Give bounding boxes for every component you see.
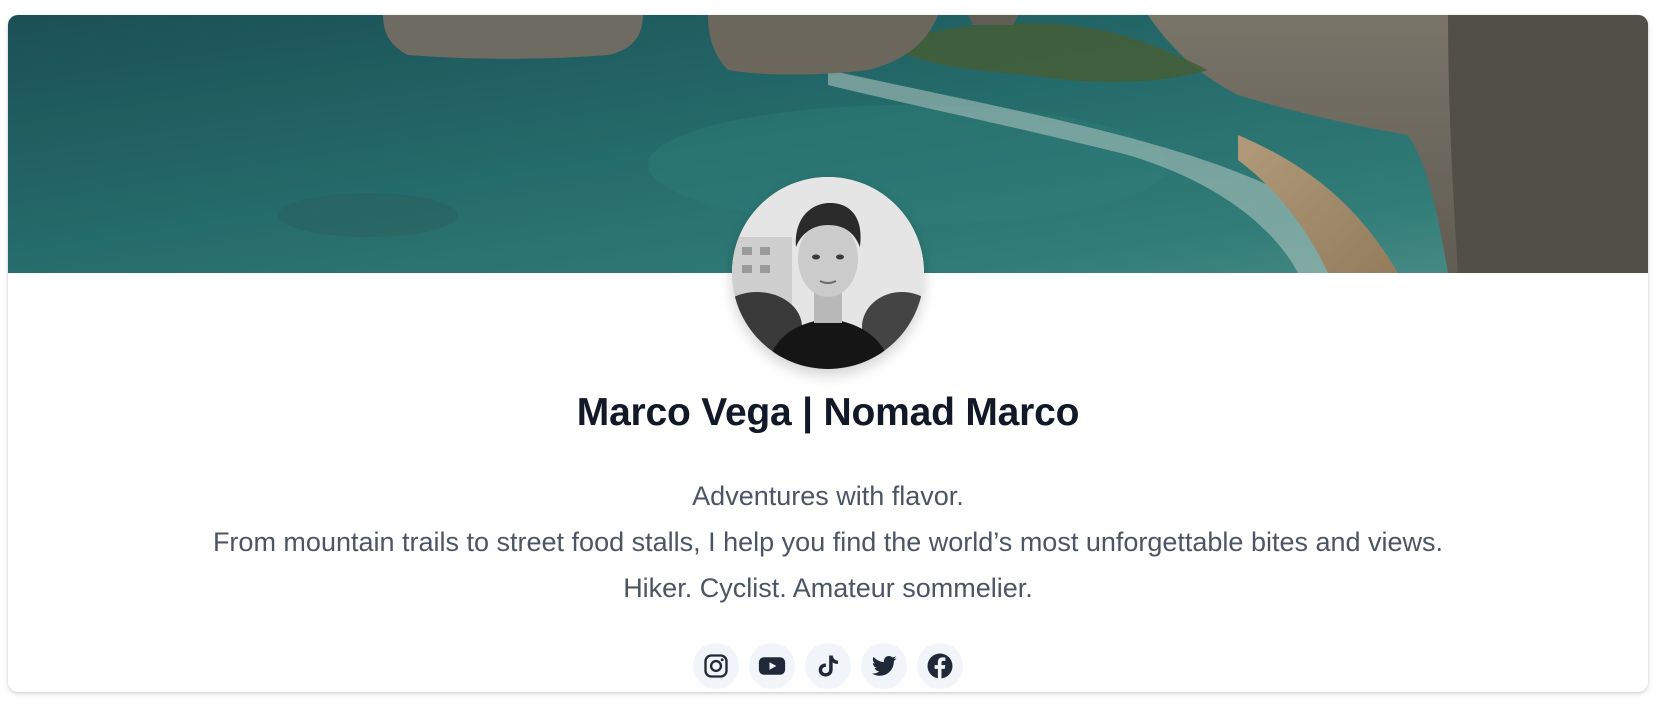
social-links <box>8 643 1648 689</box>
profile-bio: Adventures with flavor. From mountain tr… <box>8 473 1648 611</box>
twitter-link[interactable] <box>861 643 907 689</box>
tiktok-link[interactable] <box>805 643 851 689</box>
facebook-icon <box>927 653 953 679</box>
instagram-link[interactable] <box>693 643 739 689</box>
avatar <box>732 177 924 369</box>
twitter-icon <box>871 656 897 676</box>
profile-name: Marco Vega | Nomad Marco <box>576 391 1080 434</box>
youtube-icon <box>758 657 786 675</box>
instagram-icon <box>704 654 728 678</box>
bio-description: From mountain trails to street food stal… <box>212 527 1444 557</box>
youtube-link[interactable] <box>749 643 795 689</box>
profile-card: Marco Vega | Nomad Marco Adventures with… <box>8 15 1648 692</box>
facebook-link[interactable] <box>917 643 963 689</box>
tiktok-icon <box>818 655 838 677</box>
bio-tagline: Adventures with flavor. <box>692 481 964 511</box>
bio-hobbies: Hiker. Cyclist. Amateur sommelier. <box>623 573 1033 603</box>
